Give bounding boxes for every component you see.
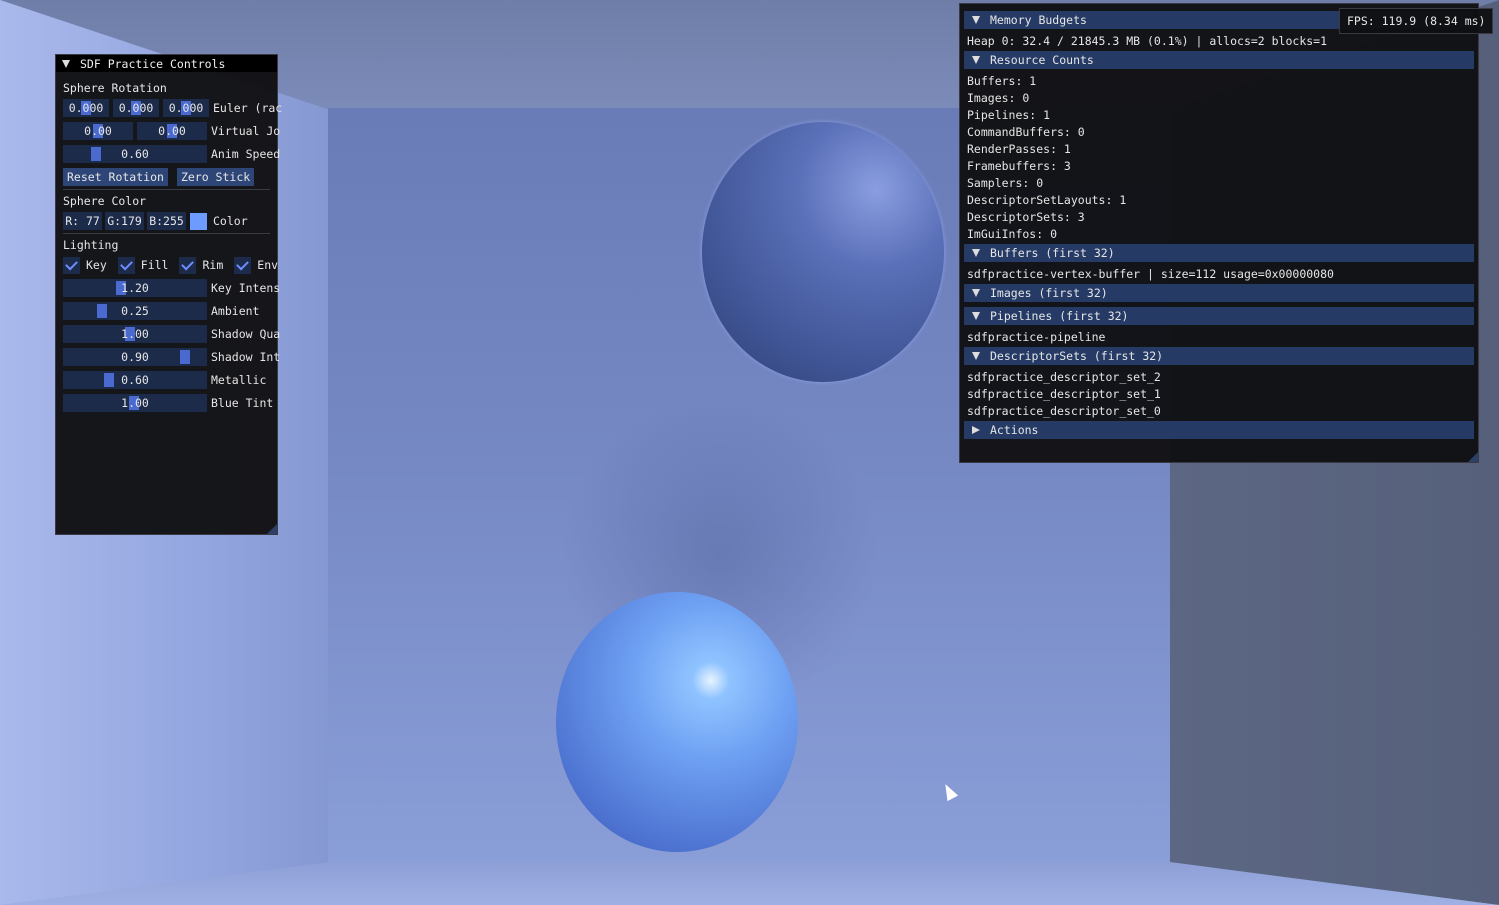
pipelines-header[interactable]: Pipelines (first 32)	[964, 307, 1474, 325]
fill-light-label: Fill	[140, 258, 169, 272]
resource-counts-title: Resource Counts	[990, 53, 1094, 67]
count-images: Images: 0	[967, 91, 1030, 105]
joystick-y-slider[interactable]: 0.00	[137, 122, 207, 140]
images-header[interactable]: Images (first 32)	[964, 284, 1474, 302]
buffers-title: Buffers (first 32)	[990, 246, 1115, 260]
metallic-label: Metallic	[211, 373, 267, 387]
anim-speed-slider[interactable]: 0.60	[63, 145, 207, 163]
actions-header[interactable]: Actions	[964, 421, 1474, 439]
shadow-quality-slider[interactable]: 1.00	[63, 325, 207, 343]
anim-speed-label: Anim Speed	[211, 147, 281, 161]
color-g-input[interactable]: G:179	[105, 212, 144, 230]
rim-light-checkbox[interactable]	[179, 256, 197, 274]
fill-light-checkbox[interactable]	[117, 256, 135, 274]
count-renderpasses: RenderPasses: 1	[967, 142, 1071, 156]
color-b-input[interactable]: B:255	[147, 212, 186, 230]
memory-title: Memory Budgets	[990, 13, 1087, 27]
blue-tint-label: Blue Tint	[211, 396, 274, 410]
euler-y-input[interactable]: 0.000	[113, 99, 159, 117]
descriptorset-item: sdfpractice_descriptor_set_2	[967, 370, 1161, 384]
fps-overlay: FPS: 119.9 (8.34 ms)	[1339, 8, 1494, 34]
key-intensity-label: Key Intens	[211, 281, 281, 295]
sdf-sphere-upper	[702, 122, 944, 382]
env-light-label: Env	[257, 258, 279, 272]
color-r-input[interactable]: R: 77	[63, 212, 102, 230]
key-intensity-slider[interactable]: 1.20	[63, 279, 207, 297]
euler-x-input[interactable]: 0.000	[63, 99, 109, 117]
controls-titlebar[interactable]: SDF Practice Controls	[56, 55, 277, 72]
buffers-header[interactable]: Buffers (first 32)	[964, 244, 1474, 262]
env-light-checkbox[interactable]	[234, 256, 252, 274]
actions-title: Actions	[990, 423, 1039, 437]
metallic-slider[interactable]: 0.60	[63, 371, 207, 389]
color-swatch[interactable]	[190, 212, 207, 230]
separator	[63, 189, 270, 190]
color-label: Color	[213, 214, 248, 228]
pipelines-title: Pipelines (first 32)	[990, 309, 1129, 323]
images-title: Images (first 32)	[990, 286, 1108, 300]
count-imguiinfos: ImGuiInfos: 0	[967, 227, 1058, 241]
shadow-intensity-slider[interactable]: 0.90	[63, 348, 207, 366]
shadow-quality-label: Shadow Qua	[211, 327, 281, 341]
sdf-controls-window[interactable]: SDF Practice Controls Sphere Rotation 0.…	[55, 54, 282, 535]
resource-counts-header[interactable]: Resource Counts	[964, 51, 1474, 69]
count-descriptorsetlayouts: DescriptorSetLayouts: 1	[967, 193, 1127, 207]
pipeline-item: sdfpractice-pipeline	[967, 330, 1106, 344]
euler-label: Euler (rac	[213, 101, 283, 115]
resize-grip[interactable]	[267, 524, 277, 534]
joystick-label: Virtual Jo	[211, 124, 281, 138]
collapse-arrow-icon[interactable]	[972, 312, 980, 320]
heap-info: Heap 0: 32.4 / 21845.3 MB (0.1%) | alloc…	[967, 34, 1328, 48]
collapse-arrow-icon[interactable]	[972, 56, 980, 64]
descriptorset-item: sdfpractice_descriptor_set_1	[967, 387, 1161, 401]
ambient-label: Ambient	[211, 304, 260, 318]
count-descriptorsets: DescriptorSets: 3	[967, 210, 1085, 224]
resize-grip[interactable]	[1468, 452, 1478, 462]
blue-tint-slider[interactable]: 1.00	[63, 394, 207, 412]
key-light-checkbox[interactable]	[63, 256, 80, 274]
shadow-intensity-label: Shadow Int	[211, 350, 281, 364]
expand-arrow-icon[interactable]	[972, 426, 980, 434]
joystick-x-slider[interactable]: 0.00	[63, 122, 133, 140]
descriptorsets-title: DescriptorSets (first 32)	[990, 349, 1164, 363]
sdf-sphere-lower	[556, 592, 798, 852]
descriptorset-item: sdfpractice_descriptor_set_0	[967, 404, 1161, 418]
zero-stick-button[interactable]: Zero Stick	[176, 168, 255, 186]
collapse-arrow-icon[interactable]	[972, 16, 980, 24]
key-light-label: Key	[86, 258, 107, 272]
memory-budgets-window[interactable]: Memory Budgets Heap 0: 32.4 / 21845.3 MB…	[959, 3, 1479, 463]
count-commandbuffers: CommandBuffers: 0	[967, 125, 1085, 139]
separator	[63, 233, 270, 234]
euler-z-input[interactable]: 0.000	[163, 99, 209, 117]
reset-rotation-button[interactable]: Reset Rotation	[63, 168, 168, 186]
count-pipelines: Pipelines: 1	[967, 108, 1051, 122]
collapse-arrow-icon[interactable]	[972, 249, 980, 257]
count-buffers: Buffers: 1	[967, 74, 1037, 88]
sphere-rotation-label: Sphere Rotation	[63, 81, 167, 95]
sphere-color-label: Sphere Color	[63, 194, 147, 208]
lighting-label: Lighting	[63, 238, 119, 252]
buffer-item: sdfpractice-vertex-buffer | size=112 usa…	[967, 267, 1334, 281]
count-samplers: Samplers: 0	[967, 176, 1044, 190]
count-framebuffers: Framebuffers: 3	[967, 159, 1071, 173]
collapse-arrow-icon[interactable]	[972, 352, 980, 360]
rim-light-label: Rim	[202, 258, 224, 272]
descriptorsets-header[interactable]: DescriptorSets (first 32)	[964, 347, 1474, 365]
ambient-slider[interactable]: 0.25	[63, 302, 207, 320]
window-title: SDF Practice Controls	[80, 56, 226, 71]
collapse-arrow-icon[interactable]	[972, 289, 980, 297]
collapse-arrow-icon[interactable]	[62, 59, 70, 68]
